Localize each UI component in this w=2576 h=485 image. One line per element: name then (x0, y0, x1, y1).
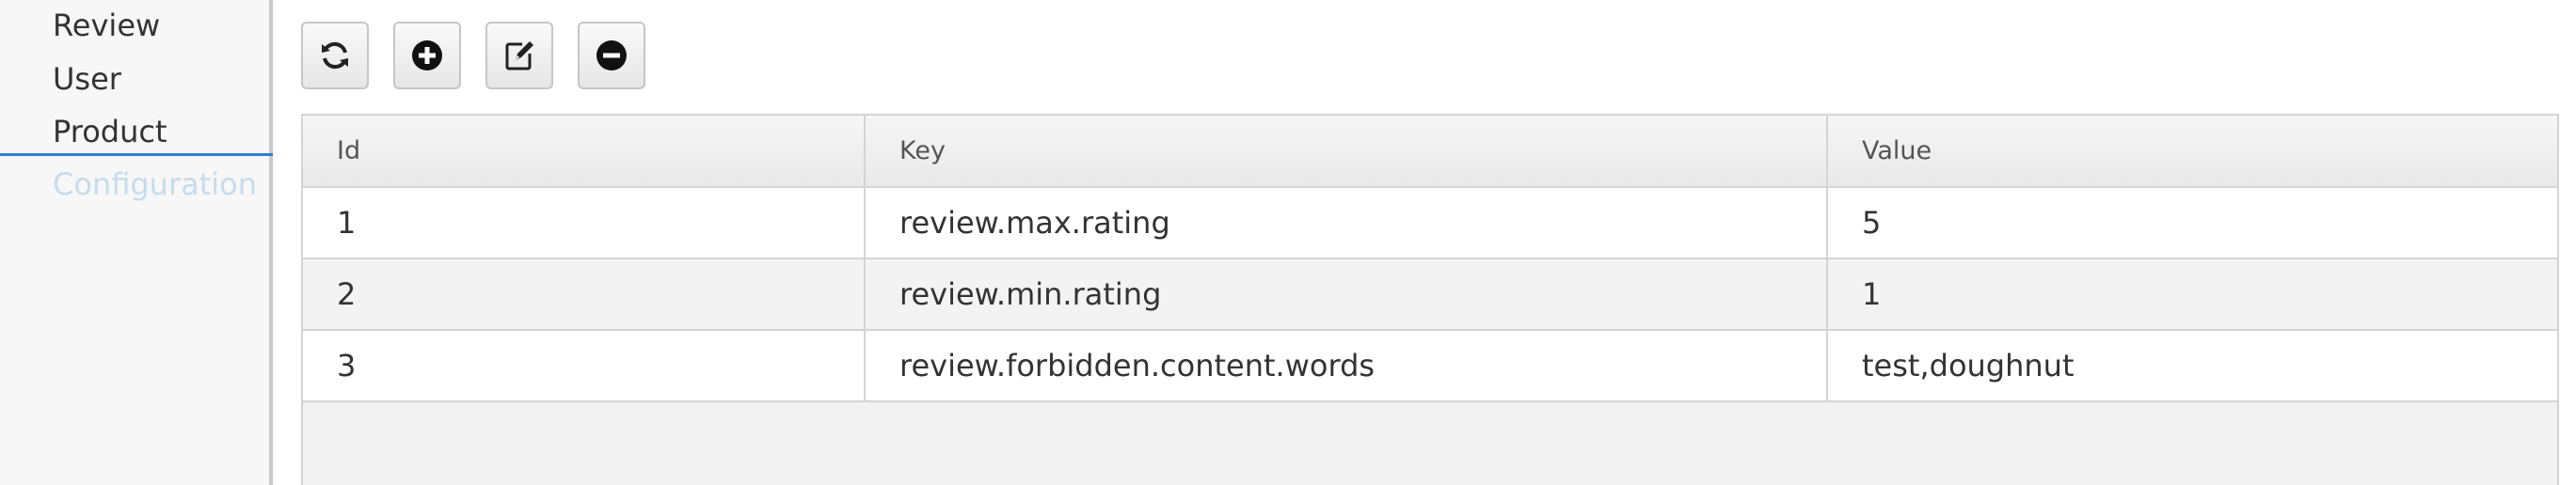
column-header-value[interactable]: Value (1827, 116, 2557, 188)
plus-circle-icon (412, 40, 442, 70)
cell-value: 1 (1827, 258, 2557, 331)
table-row[interactable]: 1 review.max.rating 5 (303, 187, 2557, 259)
sidebar-item-review[interactable]: Review (53, 7, 160, 44)
edit-icon (505, 41, 533, 70)
sidebar-item-configuration[interactable]: Configuration (53, 165, 257, 203)
active-tab-indicator (0, 153, 273, 156)
sidebar: Review User Product Configuration (0, 0, 273, 485)
cell-id: 1 (303, 187, 866, 259)
refresh-button[interactable] (301, 22, 369, 89)
table-row[interactable]: 3 review.forbidden.content.words test,do… (303, 330, 2557, 402)
configuration-table: Id Key Value 1 review.max.rating 5 2 rev… (301, 114, 2559, 485)
cell-id: 3 (303, 330, 866, 402)
table-header-row: Id Key Value (303, 116, 2557, 188)
table-row[interactable]: 2 review.min.rating 1 (303, 258, 2557, 331)
column-header-key[interactable]: Key (865, 116, 1828, 188)
cell-key: review.forbidden.content.words (865, 330, 1828, 402)
cell-key: review.max.rating (865, 187, 1828, 259)
cell-id: 2 (303, 258, 866, 331)
cell-key: review.min.rating (865, 258, 1828, 331)
minus-circle-icon (596, 40, 627, 70)
sidebar-item-user[interactable]: User (53, 60, 121, 98)
cell-value: test,doughnut (1827, 330, 2557, 402)
app-window: Review User Product Configuration Id Key… (0, 0, 2576, 485)
add-button[interactable] (393, 22, 461, 89)
edit-button[interactable] (485, 22, 553, 89)
delete-button[interactable] (578, 22, 645, 89)
refresh-icon (322, 41, 348, 70)
sidebar-item-product[interactable]: Product (53, 113, 167, 150)
column-header-id[interactable]: Id (303, 116, 866, 188)
cell-value: 5 (1827, 187, 2557, 259)
